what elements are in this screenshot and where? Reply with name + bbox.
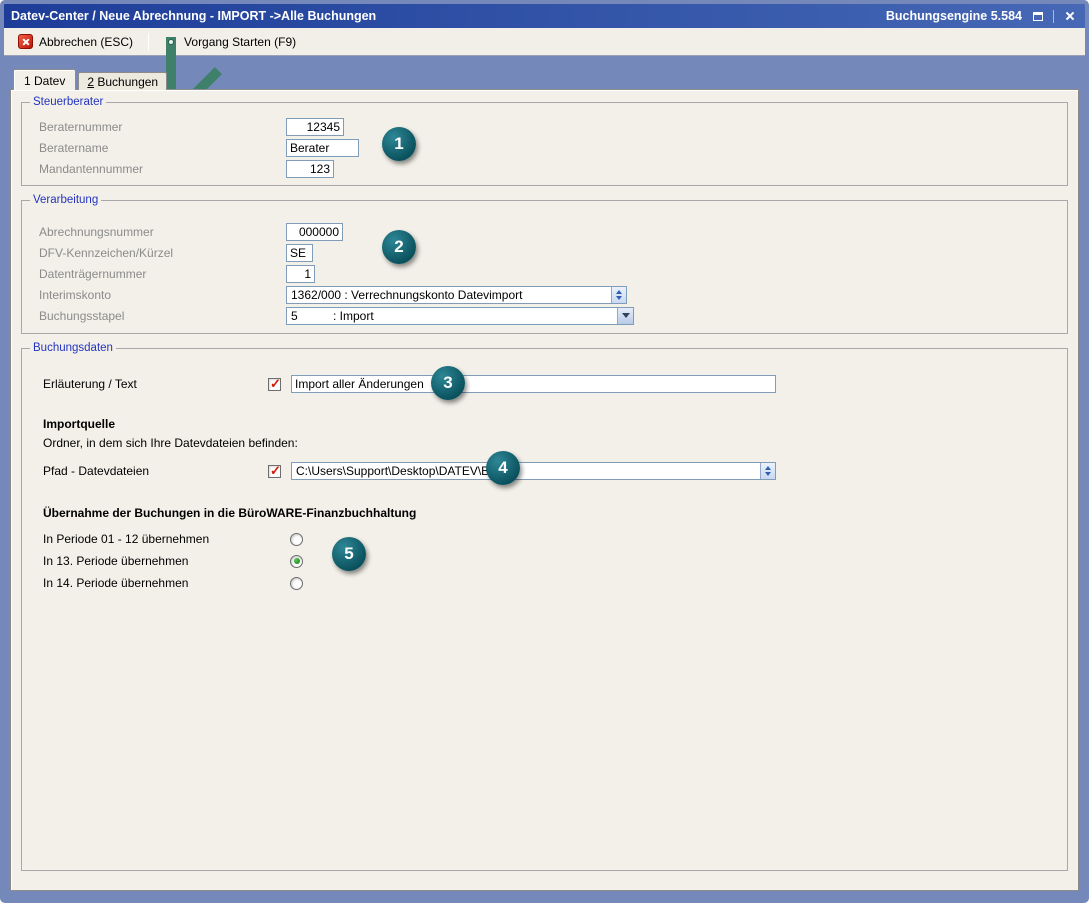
buchungsstapel-label: Buchungsstapel: [39, 309, 286, 323]
interimskonto-spinner[interactable]: [611, 287, 626, 303]
pfad-value: C:\Users\Support\Desktop\DATEV\B1: [292, 463, 760, 479]
annotation-badge-1: 1: [382, 127, 416, 161]
fieldset-steuerberater-legend: Steuerberater: [30, 96, 106, 109]
tab-panel: Steuerberater Beraternummer Beratername …: [10, 89, 1079, 891]
title-bar-right: Buchungsengine 5.584: [886, 8, 1078, 24]
annotation-badge-4: 4: [486, 451, 520, 485]
periode-01-12-row: In Periode 01 - 12 übernehmen: [22, 532, 1067, 546]
tab-datev[interactable]: 1 Datev: [13, 69, 76, 90]
erlaeuterung-row: Erläuterung / Text: [22, 375, 1067, 393]
interimskonto-select[interactable]: 1362/000 : Verrechnungskonto Datevimport: [286, 286, 627, 304]
fieldset-buchungsdaten: Buchungsdaten Erläuterung / Text Importq…: [21, 348, 1068, 871]
erlaeuterung-label: Erläuterung / Text: [43, 377, 268, 391]
buchungsstapel-dropdown-button[interactable]: [617, 308, 633, 324]
toolbar-separator: [148, 33, 149, 51]
cancel-button[interactable]: Abbrechen (ESC): [9, 30, 142, 53]
title-bar: Datev-Center / Neue Abrechnung - IMPORT …: [4, 4, 1085, 28]
start-gear-icon: [164, 35, 178, 49]
interimskonto-row: Interimskonto 1362/000 : Verrechnungskon…: [22, 284, 1067, 305]
close-icon: [1065, 11, 1074, 21]
titlebar-divider: [1053, 10, 1054, 23]
close-button[interactable]: [1061, 8, 1078, 24]
annotation-badge-3: 3: [431, 366, 465, 400]
mandantennummer-row: Mandantennummer: [22, 158, 1067, 179]
fieldset-verarbeitung-legend: Verarbeitung: [30, 194, 101, 207]
fieldset-steuerberater: Steuerberater Beraternummer Beratername …: [21, 102, 1068, 186]
window-body: 1 Datev 2 Buchungen Steuerberater Berate…: [4, 56, 1085, 899]
mandantennummer-label: Mandantennummer: [39, 162, 286, 176]
datentraegernummer-input[interactable]: [286, 265, 315, 283]
buchungsstapel-number: 5: [287, 308, 333, 324]
periode-14-label: In 14. Periode übernehmen: [43, 576, 290, 590]
dfv-kennzeichen-row: DFV-Kennzeichen/Kürzel: [22, 242, 1067, 263]
start-button[interactable]: Vorgang Starten (F9): [155, 31, 305, 53]
mandantennummer-input[interactable]: [286, 160, 334, 178]
buchungsstapel-row: Buchungsstapel 5 : Import: [22, 305, 1067, 326]
buchungsstapel-select[interactable]: 5 : Import: [286, 307, 634, 325]
maximize-button[interactable]: [1029, 8, 1046, 24]
dfv-kennzeichen-input[interactable]: [286, 244, 313, 262]
abrechnungsnummer-row: Abrechnungsnummer: [22, 221, 1067, 242]
abrechnungsnummer-input[interactable]: [286, 223, 343, 241]
app-version: Buchungsengine 5.584: [886, 9, 1022, 23]
cancel-icon: [18, 34, 33, 49]
pfad-label: Pfad - Datevdateien: [43, 464, 268, 478]
beraternummer-label: Beraternummer: [39, 120, 286, 134]
interimskonto-value: 1362/000 : Verrechnungskonto Datevimport: [287, 287, 611, 303]
periode-01-12-label: In Periode 01 - 12 übernehmen: [43, 532, 290, 546]
annotation-badge-5: 5: [332, 537, 366, 571]
periode-13-radio[interactable]: [290, 555, 303, 568]
pfad-row: Pfad - Datevdateien C:\Users\Support\Des…: [22, 462, 1067, 480]
toolbar: Abbrechen (ESC) Vorgang Starten (F9): [4, 28, 1085, 56]
importquelle-heading: Importquelle: [22, 417, 1067, 431]
start-button-label: Vorgang Starten (F9): [184, 35, 296, 49]
abrechnungsnummer-label: Abrechnungsnummer: [39, 225, 286, 239]
importquelle-hint: Ordner, in dem sich Ihre Datevdateien be…: [22, 436, 1067, 450]
erlaeuterung-checkbox[interactable]: [268, 378, 281, 391]
tab-strip: 1 Datev 2 Buchungen: [13, 68, 1079, 89]
periode-14-radio[interactable]: [290, 577, 303, 590]
beraternummer-input[interactable]: [286, 118, 344, 136]
window: Datev-Center / Neue Abrechnung - IMPORT …: [0, 0, 1089, 903]
uebernahme-heading: Übernahme der Buchungen in die BüroWARE-…: [22, 506, 1067, 520]
dfv-kennzeichen-label: DFV-Kennzeichen/Kürzel: [39, 246, 286, 260]
fieldset-verarbeitung: Verarbeitung Abrechnungsnummer DFV-Kennz…: [21, 200, 1068, 334]
maximize-icon: [1033, 12, 1043, 21]
window-title: Datev-Center / Neue Abrechnung - IMPORT …: [11, 9, 886, 23]
beratername-input[interactable]: [286, 139, 359, 157]
tab-buchungen[interactable]: 2 Buchungen: [78, 72, 167, 90]
beratername-row: Beratername: [22, 137, 1067, 158]
pfad-spinner[interactable]: [760, 463, 775, 479]
tab-buchungen-label: Buchungen: [94, 75, 158, 89]
beraternummer-row: Beraternummer: [22, 116, 1067, 137]
periode-13-row: In 13. Periode übernehmen: [22, 554, 1067, 568]
buchungsstapel-text: : Import: [333, 308, 617, 324]
pfad-input-group[interactable]: C:\Users\Support\Desktop\DATEV\B1: [291, 462, 776, 480]
periode-13-label: In 13. Periode übernehmen: [43, 554, 290, 568]
datentraegernummer-row: Datenträgernummer: [22, 263, 1067, 284]
cancel-button-label: Abbrechen (ESC): [39, 35, 133, 49]
beratername-label: Beratername: [39, 141, 286, 155]
periode-14-row: In 14. Periode übernehmen: [22, 576, 1067, 590]
tab-datev-label: 1 Datev: [24, 74, 65, 88]
annotation-badge-2: 2: [382, 230, 416, 264]
datentraegernummer-label: Datenträgernummer: [39, 267, 286, 281]
periode-01-12-radio[interactable]: [290, 533, 303, 546]
erlaeuterung-input[interactable]: [291, 375, 776, 393]
interimskonto-label: Interimskonto: [39, 288, 286, 302]
pfad-checkbox[interactable]: [268, 465, 281, 478]
fieldset-buchungsdaten-legend: Buchungsdaten: [30, 342, 116, 355]
